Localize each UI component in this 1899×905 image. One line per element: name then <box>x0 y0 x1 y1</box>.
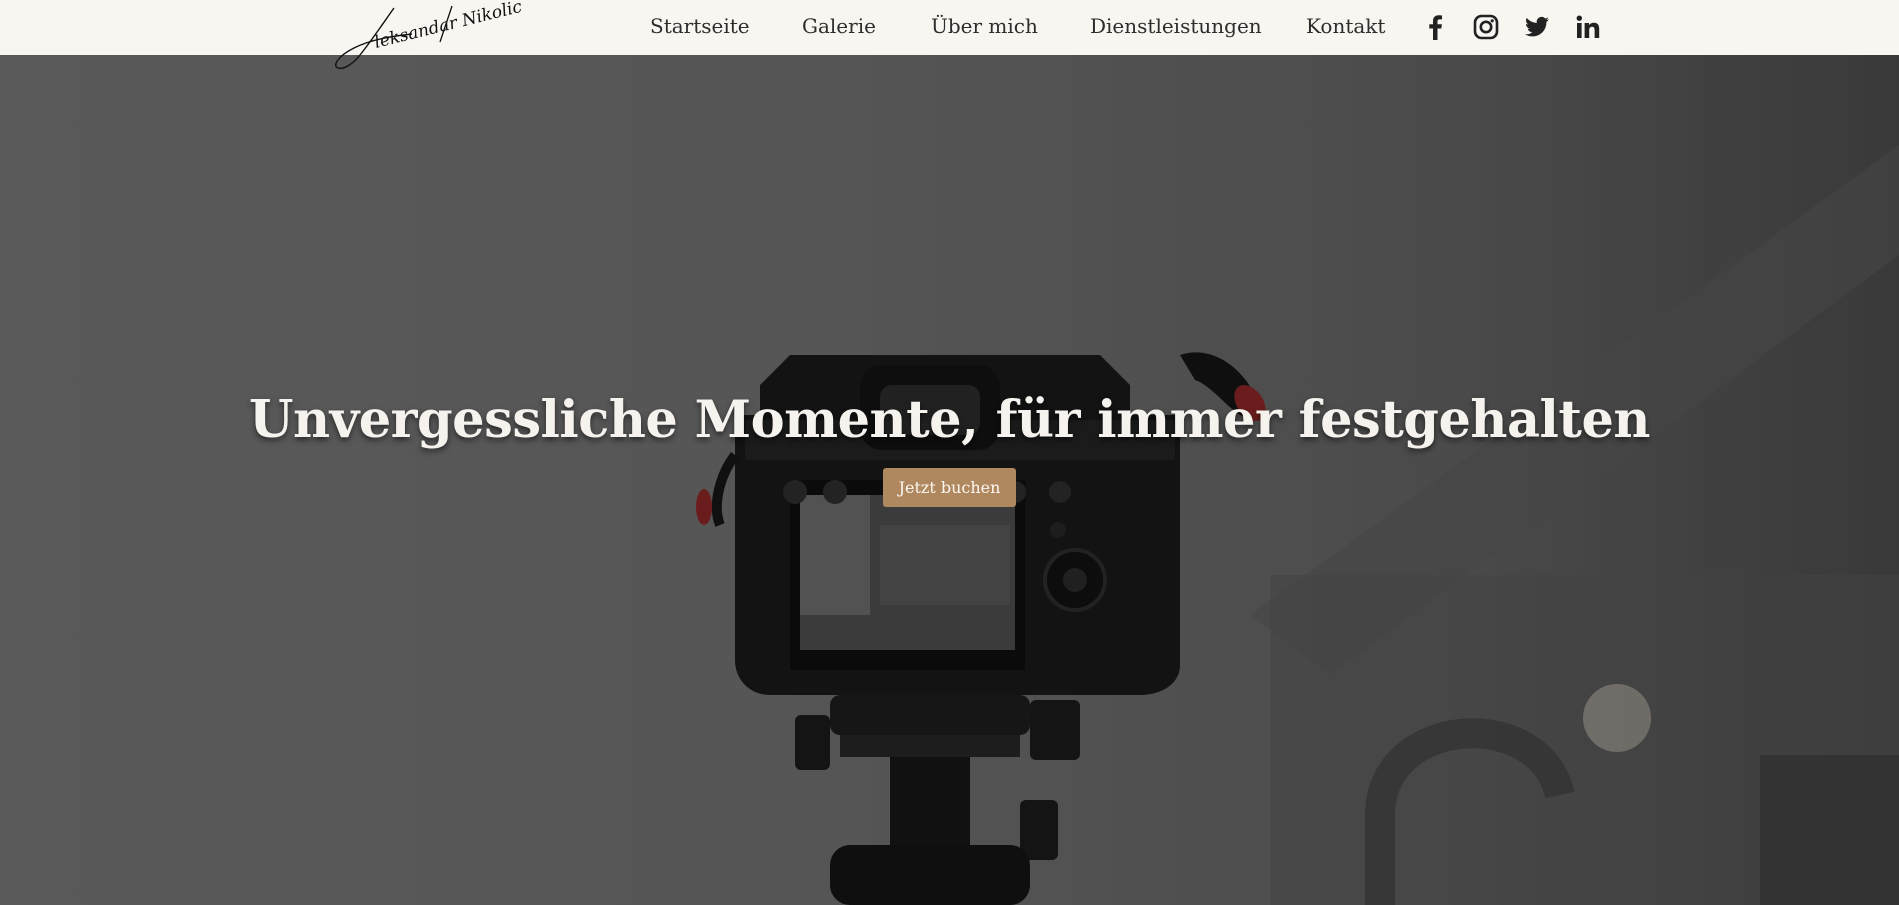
nav-startseite[interactable]: Startseite <box>650 14 750 38</box>
twitter-icon[interactable] <box>1523 13 1551 41</box>
main-navigation: Startseite Galerie Über mich Dienstleist… <box>0 0 1899 55</box>
nav-dienstleistungen[interactable]: Dienstleistungen <box>1090 14 1262 38</box>
linkedin-icon[interactable] <box>1574 13 1602 41</box>
nav-kontakt[interactable]: Kontakt <box>1306 14 1385 38</box>
hero-title: Unvergessliche Momente, für immer festge… <box>249 390 1650 450</box>
nav-galerie[interactable]: Galerie <box>802 14 876 38</box>
instagram-icon[interactable] <box>1472 13 1500 41</box>
nav-ueber-mich[interactable]: Über mich <box>931 14 1038 38</box>
top-navigation-bar: leksandar Nikolic Startseite Galerie Übe… <box>0 0 1899 70</box>
book-now-button[interactable]: Jetzt buchen <box>883 468 1016 507</box>
facebook-icon[interactable] <box>1421 13 1449 41</box>
